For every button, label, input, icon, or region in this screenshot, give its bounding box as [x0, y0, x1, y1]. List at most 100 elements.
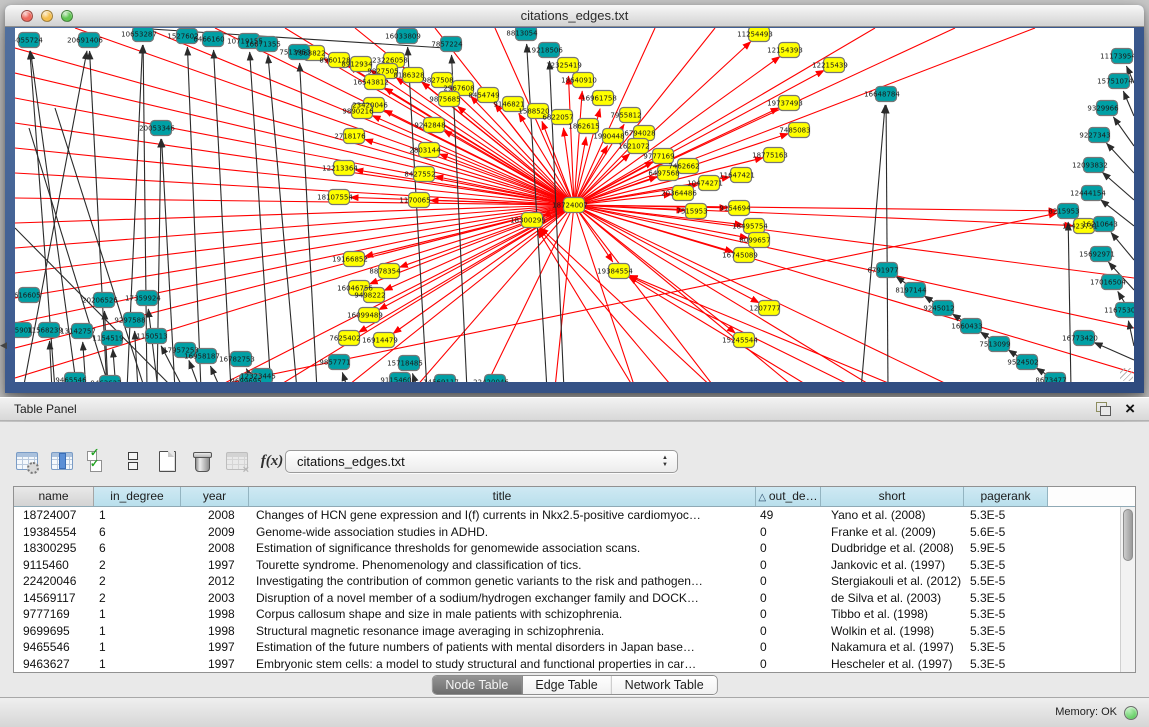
cell-name[interactable]: 18300295	[14, 540, 94, 557]
table-row[interactable]: 2242004622012Investigating the contribut…	[14, 573, 1135, 590]
cell-short[interactable]: Dudbridge et al. (2008)	[821, 540, 964, 557]
cell-pagerank[interactable]: 5.6E-5	[964, 524, 1048, 541]
cell-short[interactable]: Yano et al. (2008)	[821, 507, 964, 524]
table-row[interactable]: 946362711997Embryonic stem cells: a mode…	[14, 656, 1135, 673]
delete-selected-icon[interactable]	[189, 448, 215, 474]
cell-out_de[interactable]: 0	[756, 639, 821, 656]
table-settings-icon[interactable]	[14, 448, 40, 474]
cell-title[interactable]: Tourette syndrome. Phenomenology and cla…	[249, 557, 756, 574]
cell-pagerank[interactable]: 5.3E-5	[964, 606, 1048, 623]
cell-title[interactable]: Embryonic stem cells: a model to study s…	[249, 656, 756, 673]
resize-grip[interactable]	[1120, 368, 1133, 381]
column-visibility-icon[interactable]	[49, 448, 75, 474]
new-table-icon[interactable]	[154, 448, 180, 474]
column-header-out_de[interactable]: △ out_de…	[756, 487, 821, 506]
cell-short[interactable]: Jankovic et al. (1997)	[821, 557, 964, 574]
cell-name[interactable]: 14569117	[14, 590, 94, 607]
window-titlebar[interactable]: citations_edges.txt	[5, 5, 1144, 27]
cell-year[interactable]: 2009	[181, 524, 249, 541]
cell-name[interactable]: 9777169	[14, 606, 94, 623]
cell-pagerank[interactable]: 5.3E-5	[964, 507, 1048, 524]
cell-year[interactable]: 1998	[181, 606, 249, 623]
cell-pagerank[interactable]: 5.3E-5	[964, 656, 1048, 673]
cell-in_degree[interactable]: 1	[94, 639, 181, 656]
select-columns-icon[interactable]	[84, 448, 110, 474]
table-row[interactable]: 946554611997Estimation of the future num…	[14, 639, 1135, 656]
cell-title[interactable]: Structural magnetic resonance image aver…	[249, 623, 756, 640]
cell-pagerank[interactable]: 5.3E-5	[964, 623, 1048, 640]
cell-title[interactable]: Changes of HCN gene expression and I(f) …	[249, 507, 756, 524]
cell-in_degree[interactable]: 1	[94, 507, 181, 524]
cell-title[interactable]: Corpus callosum shape and size in male p…	[249, 606, 756, 623]
cell-out_de[interactable]: 0	[756, 573, 821, 590]
cell-short[interactable]: Nakamura et al. (1997)	[821, 639, 964, 656]
network-canvas[interactable]: 1872400779638228960128891293423226058982…	[15, 28, 1134, 382]
cell-pagerank[interactable]: 5.3E-5	[964, 590, 1048, 607]
cell-short[interactable]: Stergiakouli et al. (2012)	[821, 573, 964, 590]
cell-pagerank[interactable]: 5.9E-5	[964, 540, 1048, 557]
column-header-name[interactable]: name	[14, 487, 94, 506]
cell-in_degree[interactable]: 1	[94, 623, 181, 640]
cell-out_de[interactable]: 0	[756, 557, 821, 574]
network-graph[interactable]: 1872400779638228960128891293423226058982…	[15, 28, 1134, 382]
table-row[interactable]: 977716911998Corpus callosum shape and si…	[14, 606, 1135, 623]
cell-name[interactable]: 9465546	[14, 639, 94, 656]
panel-collapse-arrow[interactable]: ◀	[0, 340, 7, 351]
column-header-year[interactable]: year	[181, 487, 249, 506]
cell-short[interactable]: de Silva et al. (2003)	[821, 590, 964, 607]
tab-network-table[interactable]: Network Table	[612, 676, 717, 694]
cell-short[interactable]: Tibbo et al. (1998)	[821, 606, 964, 623]
close-button[interactable]	[21, 10, 33, 22]
cell-year[interactable]: 1997	[181, 656, 249, 673]
cell-out_de[interactable]: 0	[756, 606, 821, 623]
cell-out_de[interactable]: 0	[756, 656, 821, 673]
cell-out_de[interactable]: 0	[756, 590, 821, 607]
cell-year[interactable]: 2012	[181, 573, 249, 590]
cell-short[interactable]: Franke et al. (2009)	[821, 524, 964, 541]
cell-pagerank[interactable]: 5.5E-5	[964, 573, 1048, 590]
cell-in_degree[interactable]: 1	[94, 656, 181, 673]
cell-year[interactable]: 2003	[181, 590, 249, 607]
table-row[interactable]: 1830029562008Estimation of significance …	[14, 540, 1135, 557]
cell-in_degree[interactable]: 2	[94, 573, 181, 590]
close-panel-icon[interactable]: ×	[1125, 402, 1135, 416]
cell-name[interactable]: 22420046	[14, 573, 94, 590]
cell-short[interactable]: Hescheler et al. (1997)	[821, 656, 964, 673]
minimize-button[interactable]	[41, 10, 53, 22]
float-window-icon[interactable]	[1096, 402, 1111, 416]
cell-year[interactable]: 1998	[181, 623, 249, 640]
cell-title[interactable]: Estimation of significance thresholds fo…	[249, 540, 756, 557]
cell-in_degree[interactable]: 2	[94, 557, 181, 574]
tab-edge-table[interactable]: Edge Table	[522, 676, 611, 694]
tab-node-table[interactable]: Node Table	[432, 676, 522, 694]
cell-name[interactable]: 9115460	[14, 557, 94, 574]
cell-in_degree[interactable]: 2	[94, 590, 181, 607]
cell-in_degree[interactable]: 1	[94, 606, 181, 623]
cell-in_degree[interactable]: 6	[94, 540, 181, 557]
cell-pagerank[interactable]: 5.3E-5	[964, 639, 1048, 656]
cell-name[interactable]: 9699695	[14, 623, 94, 640]
cell-out_de[interactable]: 49	[756, 507, 821, 524]
cell-year[interactable]: 2008	[181, 540, 249, 557]
row-height-icon[interactable]	[119, 448, 145, 474]
cell-name[interactable]: 18724007	[14, 507, 94, 524]
cell-name[interactable]: 9463627	[14, 656, 94, 673]
cell-title[interactable]: Disruption of a novel member of a sodium…	[249, 590, 756, 607]
cell-out_de[interactable]: 0	[756, 540, 821, 557]
column-header-title[interactable]: title	[249, 487, 756, 506]
cell-out_de[interactable]: 0	[756, 524, 821, 541]
column-header-in_degree[interactable]: in_degree	[94, 487, 181, 506]
cell-in_degree[interactable]: 6	[94, 524, 181, 541]
cell-title[interactable]: Estimation of the future numbers of pati…	[249, 639, 756, 656]
table-selector-dropdown[interactable]: citations_edges.txt ▲▼	[285, 450, 678, 473]
cell-title[interactable]: Genome-wide association studies in ADHD.	[249, 524, 756, 541]
table-row[interactable]: 1456911722003Disruption of a novel membe…	[14, 590, 1135, 607]
zoom-button[interactable]	[61, 10, 73, 22]
table-row[interactable]: 911546021997Tourette syndrome. Phenomeno…	[14, 557, 1135, 574]
cell-short[interactable]: Wolkin et al. (1998)	[821, 623, 964, 640]
column-header-short[interactable]: short	[821, 487, 964, 506]
function-builder-icon[interactable]: f(x)	[259, 448, 285, 474]
cell-title[interactable]: Investigating the contribution of common…	[249, 573, 756, 590]
cell-name[interactable]: 19384554	[14, 524, 94, 541]
cell-pagerank[interactable]: 5.3E-5	[964, 557, 1048, 574]
